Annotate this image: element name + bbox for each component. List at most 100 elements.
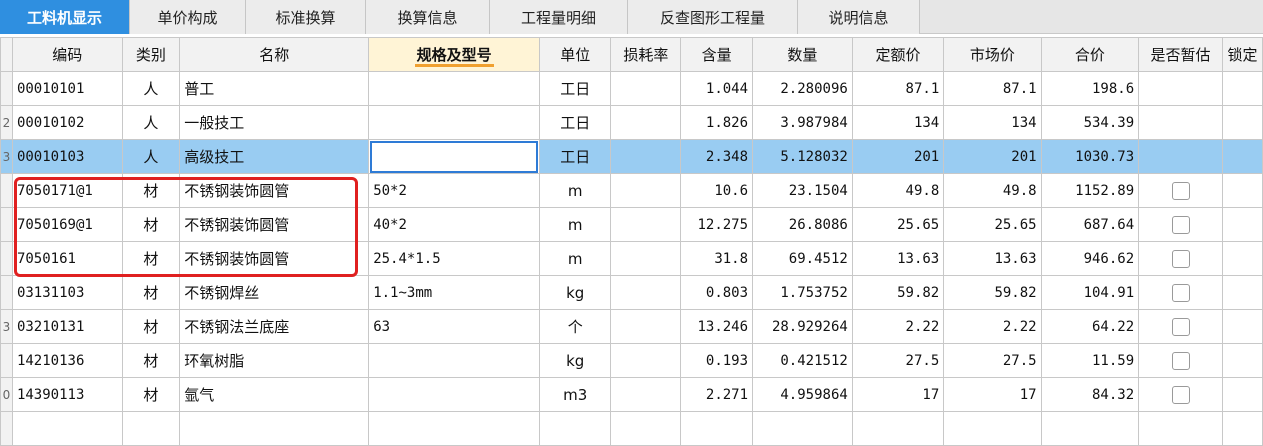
- quantity-cell[interactable]: 1.753752: [752, 275, 853, 310]
- tab-quantity-detail[interactable]: 工程量明细: [490, 0, 628, 34]
- lock-cell[interactable]: [1221, 71, 1263, 106]
- total-price-cell[interactable]: 946.62: [1040, 241, 1140, 276]
- row-index[interactable]: [0, 173, 13, 208]
- content-cell[interactable]: 31.8: [680, 241, 754, 276]
- code-cell[interactable]: 7050171@1: [11, 173, 123, 208]
- type-cell[interactable]: 材: [121, 309, 181, 344]
- row-index[interactable]: [0, 71, 13, 106]
- tab-material-machine[interactable]: 工料机显示: [0, 0, 130, 34]
- tab-conversion-info[interactable]: 换算信息: [366, 0, 490, 34]
- col-provisional[interactable]: 是否暂估: [1138, 37, 1223, 72]
- total-price-cell[interactable]: 64.22: [1040, 309, 1140, 344]
- table-row[interactable]: 7050171@1 材不锈钢装饰圆管 50*2 m 10.6 23.1504 49.8 49.…: [0, 173, 1263, 208]
- content-cell[interactable]: 2.348: [680, 139, 754, 174]
- row-index[interactable]: [0, 241, 13, 276]
- lock-cell[interactable]: [1221, 207, 1263, 242]
- table-row[interactable]: 03131103 材不锈钢焊丝 1.1~3mm kg 0.803 1.753752 59.8…: [0, 275, 1263, 310]
- name-cell[interactable]: 不锈钢法兰底座: [179, 309, 370, 344]
- table-row[interactable]: 7050161 材不锈钢装饰圆管 25.4*1.5 m 31.8 69.4512 13.63…: [0, 241, 1263, 276]
- provisional-checkbox[interactable]: [1171, 385, 1190, 404]
- code-cell[interactable]: 7050169@1: [11, 207, 123, 242]
- name-cell[interactable]: 普工: [179, 71, 370, 106]
- unit-cell[interactable]: kg: [538, 343, 612, 378]
- type-cell[interactable]: 材: [121, 241, 181, 276]
- total-price-cell[interactable]: 84.32: [1040, 377, 1140, 412]
- name-cell[interactable]: 不锈钢焊丝: [179, 275, 370, 310]
- col-total-price[interactable]: 合价: [1040, 37, 1140, 72]
- name-cell[interactable]: 不锈钢装饰圆管: [179, 207, 370, 242]
- market-price-cell[interactable]: 27.5: [943, 343, 1042, 378]
- lock-cell[interactable]: [1221, 139, 1263, 174]
- quantity-cell[interactable]: 2.280096: [752, 71, 853, 106]
- code-cell[interactable]: [11, 411, 123, 446]
- unit-cell[interactable]: m3: [538, 377, 612, 412]
- content-cell[interactable]: 0.193: [680, 343, 754, 378]
- quantity-cell[interactable]: 3.987984: [752, 105, 853, 140]
- tab-description[interactable]: 说明信息: [798, 0, 920, 34]
- content-cell[interactable]: 13.246: [680, 309, 754, 344]
- market-price-cell[interactable]: [943, 411, 1042, 446]
- col-spec[interactable]: 规格及型号: [368, 37, 540, 72]
- provisional-checkbox[interactable]: [1171, 283, 1190, 302]
- table-row[interactable]: 00010101 人普工 工日 1.044 2.280096 87.1 87.1 198.6: [0, 71, 1263, 106]
- row-index[interactable]: [0, 343, 13, 378]
- market-price-cell[interactable]: 134: [943, 105, 1042, 140]
- loss-rate-cell[interactable]: [610, 343, 682, 378]
- name-cell[interactable]: 不锈钢装饰圆管: [179, 241, 370, 276]
- quantity-cell[interactable]: 0.421512: [752, 343, 853, 378]
- table-row[interactable]: [0, 411, 1263, 446]
- loss-rate-cell[interactable]: [610, 241, 682, 276]
- type-cell[interactable]: 材: [121, 275, 181, 310]
- quota-price-cell[interactable]: 25.65: [851, 207, 945, 242]
- code-cell[interactable]: 00010102: [11, 105, 123, 140]
- loss-rate-cell[interactable]: [610, 105, 682, 140]
- tab-graphic-quantity[interactable]: 反查图形工程量: [628, 0, 798, 34]
- table-row[interactable]: 7050169@1 材不锈钢装饰圆管 40*2 m 12.275 26.8086 25.65…: [0, 207, 1263, 242]
- row-index[interactable]: 3: [0, 309, 13, 344]
- quantity-cell[interactable]: 4.959864: [752, 377, 853, 412]
- quota-price-cell[interactable]: 49.8: [851, 173, 945, 208]
- spec-cell[interactable]: [368, 105, 540, 140]
- loss-rate-cell[interactable]: [610, 377, 682, 412]
- col-lock[interactable]: 锁定: [1221, 37, 1263, 72]
- quota-price-cell[interactable]: 2.22: [851, 309, 945, 344]
- code-cell[interactable]: 03210131: [11, 309, 123, 344]
- content-cell[interactable]: 0.803: [680, 275, 754, 310]
- lock-cell[interactable]: [1221, 241, 1263, 276]
- lock-cell[interactable]: [1221, 411, 1263, 446]
- code-cell[interactable]: 00010101: [11, 71, 123, 106]
- quota-price-cell[interactable]: 134: [851, 105, 945, 140]
- loss-rate-cell[interactable]: [610, 139, 682, 174]
- spec-cell[interactable]: 63: [368, 309, 540, 344]
- quantity-cell[interactable]: 23.1504: [752, 173, 853, 208]
- content-cell[interactable]: 1.826: [680, 105, 754, 140]
- quota-price-cell[interactable]: 27.5: [851, 343, 945, 378]
- col-quota-price[interactable]: 定额价: [851, 37, 945, 72]
- provisional-checkbox[interactable]: [1171, 181, 1190, 200]
- total-price-cell[interactable]: 687.64: [1040, 207, 1140, 242]
- unit-cell[interactable]: m: [538, 241, 612, 276]
- unit-cell[interactable]: m: [538, 173, 612, 208]
- quantity-cell[interactable]: 5.128032: [752, 139, 853, 174]
- spec-cell[interactable]: [368, 139, 540, 174]
- content-cell[interactable]: 2.271: [680, 377, 754, 412]
- total-price-cell[interactable]: 104.91: [1040, 275, 1140, 310]
- name-cell[interactable]: [179, 411, 370, 446]
- total-price-cell[interactable]: 1152.89: [1040, 173, 1140, 208]
- spec-cell[interactable]: [368, 71, 540, 106]
- code-cell[interactable]: 14210136: [11, 343, 123, 378]
- loss-rate-cell[interactable]: [610, 411, 682, 446]
- total-price-cell[interactable]: 198.6: [1040, 71, 1140, 106]
- loss-rate-cell[interactable]: [610, 309, 682, 344]
- name-cell[interactable]: 高级技工: [179, 139, 370, 174]
- total-price-cell[interactable]: 534.39: [1040, 105, 1140, 140]
- loss-rate-cell[interactable]: [610, 71, 682, 106]
- spec-cell[interactable]: 1.1~3mm: [368, 275, 540, 310]
- provisional-checkbox[interactable]: [1171, 317, 1190, 336]
- name-cell[interactable]: 氩气: [179, 377, 370, 412]
- lock-cell[interactable]: [1221, 275, 1263, 310]
- lock-cell[interactable]: [1221, 173, 1263, 208]
- tab-standard-conversion[interactable]: 标准换算: [246, 0, 366, 34]
- content-cell[interactable]: [680, 411, 754, 446]
- row-index[interactable]: [0, 275, 13, 310]
